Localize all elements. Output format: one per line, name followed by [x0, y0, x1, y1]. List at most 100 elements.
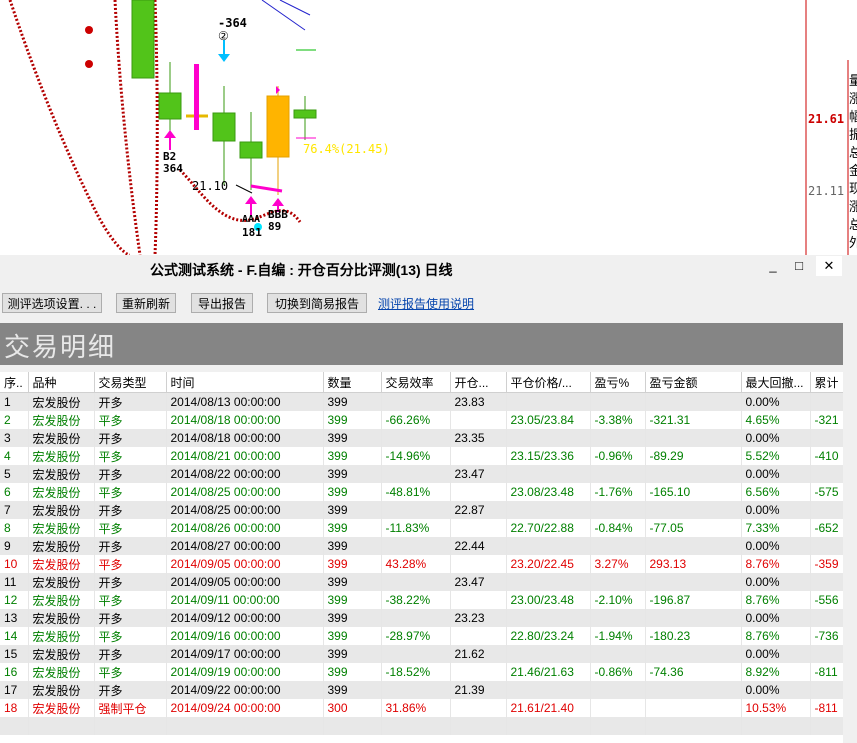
- column-header[interactable]: 交易类型: [94, 372, 167, 393]
- table-row[interactable]: 3 宏发股份 开多 2014/08/18 00:00:00 399 23.35 0.00%: [0, 429, 843, 447]
- side-label: 涨: [849, 199, 857, 214]
- table-row[interactable]: 6 宏发股份 平多 2014/08/25 00:00:00 399 -48.81% 23.0…: [0, 483, 843, 501]
- table-cell: 14: [0, 627, 29, 645]
- table-cell: -811: [810, 699, 843, 717]
- table-cell: [450, 555, 507, 573]
- table-cell: 0.00%: [741, 392, 811, 411]
- side-label: 涨: [849, 91, 857, 106]
- empty-row: [0, 717, 843, 735]
- label-aaa-value: 181: [242, 226, 262, 239]
- column-header[interactable]: 序..: [0, 372, 29, 393]
- window-title: 公式测试系统 - F.自编 : 开仓百分比评测(13) 日线: [150, 262, 453, 278]
- table-row[interactable]: 12 宏发股份 平多 2014/09/11 00:00:00 399 -38.22% 23.…: [0, 591, 843, 609]
- table-cell: -38.22%: [381, 591, 451, 609]
- table-row[interactable]: 8 宏发股份 平多 2014/08/26 00:00:00 399 -11.83% 22.7…: [0, 519, 843, 537]
- table-cell: 22.44: [450, 537, 507, 555]
- column-header[interactable]: 累计: [810, 372, 843, 393]
- table-cell: 18: [0, 699, 29, 717]
- table-cell: 强制平仓: [94, 699, 167, 717]
- table-row[interactable]: 7 宏发股份 开多 2014/08/25 00:00:00 399 22.87 0.00%: [0, 501, 843, 519]
- table-cell: 平多: [94, 555, 167, 573]
- column-header[interactable]: 开仓...: [450, 372, 507, 393]
- table-cell: 2014/08/25 00:00:00: [166, 483, 324, 501]
- table-row[interactable]: 9 宏发股份 开多 2014/08/27 00:00:00 399 22.44 0.00%: [0, 537, 843, 555]
- table-row[interactable]: 1 宏发股份 开多 2014/08/13 00:00:00 399 23.83 0.00%: [0, 392, 843, 411]
- table-cell: -556: [810, 591, 843, 609]
- maximize-button[interactable]: □: [786, 256, 812, 276]
- table-cell: 3.27%: [590, 555, 646, 573]
- table-cell: 23.83: [450, 392, 507, 411]
- table-cell: 宏发股份: [28, 591, 95, 609]
- table-cell: 0.00%: [741, 465, 811, 483]
- table-row[interactable]: 5 宏发股份 开多 2014/08/22 00:00:00 399 23.47 0.00%: [0, 465, 843, 483]
- table-cell: -0.84%: [590, 519, 646, 537]
- switch-simple-report-button[interactable]: 切换到简易报告: [267, 293, 367, 313]
- test-options-button[interactable]: 测评选项设置. . .: [2, 293, 102, 313]
- table-cell: 平多: [94, 483, 167, 501]
- table-cell: 0.00%: [741, 681, 811, 699]
- column-header[interactable]: 盈亏金额: [645, 372, 742, 393]
- minimize-button[interactable]: _: [760, 256, 786, 276]
- table-cell: 2014/08/18 00:00:00: [166, 411, 324, 429]
- candlestick-chart[interactable]: -364 ② B2 364 76.4%(21.45) 21.10 AAA 181…: [0, 0, 857, 255]
- table-cell: [645, 609, 742, 627]
- report-help-link[interactable]: 测评报告使用说明: [378, 295, 474, 312]
- table-cell: 9: [0, 537, 29, 555]
- table-cell: 22.80/23.24: [506, 627, 591, 645]
- table-row[interactable]: 15 宏发股份 开多 2014/09/17 00:00:00 399 21.62 0.00%: [0, 645, 843, 663]
- table-cell: 8: [0, 519, 29, 537]
- close-button[interactable]: ✕: [816, 256, 842, 276]
- table-cell: 1: [0, 392, 29, 411]
- column-header[interactable]: 时间: [166, 372, 324, 393]
- table-cell: 43.28%: [381, 555, 451, 573]
- table-cell: [810, 573, 843, 591]
- table-cell: [810, 501, 843, 519]
- table-cell: 0.00%: [741, 501, 811, 519]
- label-neg364: -364: [218, 16, 247, 30]
- table-cell: 13: [0, 609, 29, 627]
- table-row[interactable]: 4 宏发股份 平多 2014/08/21 00:00:00 399 -14.96% 23.1…: [0, 447, 843, 465]
- table-cell: 开多: [94, 392, 167, 411]
- vertical-scrollbar[interactable]: [843, 323, 857, 743]
- table-cell: [810, 681, 843, 699]
- table-cell: 21.46/21.63: [506, 663, 591, 681]
- table-cell: 300: [323, 699, 382, 717]
- table-cell: -66.26%: [381, 411, 451, 429]
- table-cell: [645, 537, 742, 555]
- table-cell: 平多: [94, 627, 167, 645]
- side-label: 总: [849, 145, 857, 160]
- table-cell: [645, 645, 742, 663]
- side-label: 金: [849, 163, 857, 178]
- refresh-button[interactable]: 重新刷新: [116, 293, 176, 313]
- table-cell: -575: [810, 483, 843, 501]
- table-cell: -28.97%: [381, 627, 451, 645]
- table-cell: [645, 465, 742, 483]
- column-header[interactable]: 最大回撤...: [741, 372, 811, 393]
- table-row[interactable]: 10 宏发股份 平多 2014/09/05 00:00:00 399 43.28% 23.2…: [0, 555, 843, 573]
- table-row[interactable]: 17 宏发股份 开多 2014/09/22 00:00:00 399 21.39 0.00%: [0, 681, 843, 699]
- table-cell: 10.53%: [741, 699, 811, 717]
- column-header[interactable]: 平仓价格/...: [506, 372, 591, 393]
- table-cell: 宏发股份: [28, 447, 95, 465]
- table-row[interactable]: 2 宏发股份 平多 2014/08/18 00:00:00 399 -66.26% 23.0…: [0, 411, 843, 429]
- table-cell: 开多: [94, 501, 167, 519]
- table-cell: [590, 429, 646, 447]
- table-cell: [450, 663, 507, 681]
- column-header[interactable]: 品种: [28, 372, 95, 393]
- export-report-button[interactable]: 导出报告: [191, 293, 253, 313]
- title-bar[interactable]: 公式测试系统 - F.自编 : 开仓百分比评测(13) 日线 _ □ ✕: [0, 255, 857, 281]
- column-header[interactable]: 盈亏%: [590, 372, 646, 393]
- column-header[interactable]: 数量: [323, 372, 382, 393]
- table-row[interactable]: 11 宏发股份 开多 2014/09/05 00:00:00 399 23.47 0.00%: [0, 573, 843, 591]
- table-cell: [590, 501, 646, 519]
- table-cell: 12: [0, 591, 29, 609]
- trade-details-table[interactable]: 序.. 品种 交易类型 时间 数量 交易效率 开仓... 平仓价格/... 盈亏% 盈亏金额 最大回…: [0, 372, 843, 743]
- table-row[interactable]: 14 宏发股份 平多 2014/09/16 00:00:00 399 -28.97% 22.…: [0, 627, 843, 645]
- table-row[interactable]: 13 宏发股份 开多 2014/09/12 00:00:00 399 23.23 0.00%: [0, 609, 843, 627]
- table-cell: 399: [323, 591, 382, 609]
- table-cell: 宏发股份: [28, 411, 95, 429]
- table-cell: [645, 501, 742, 519]
- column-header[interactable]: 交易效率: [381, 372, 451, 393]
- table-row[interactable]: 18 宏发股份 强制平仓 2014/09/24 00:00:00 300 31.86% 21…: [0, 699, 843, 717]
- table-row[interactable]: 16 宏发股份 平多 2014/09/19 00:00:00 399 -18.52% 21.…: [0, 663, 843, 681]
